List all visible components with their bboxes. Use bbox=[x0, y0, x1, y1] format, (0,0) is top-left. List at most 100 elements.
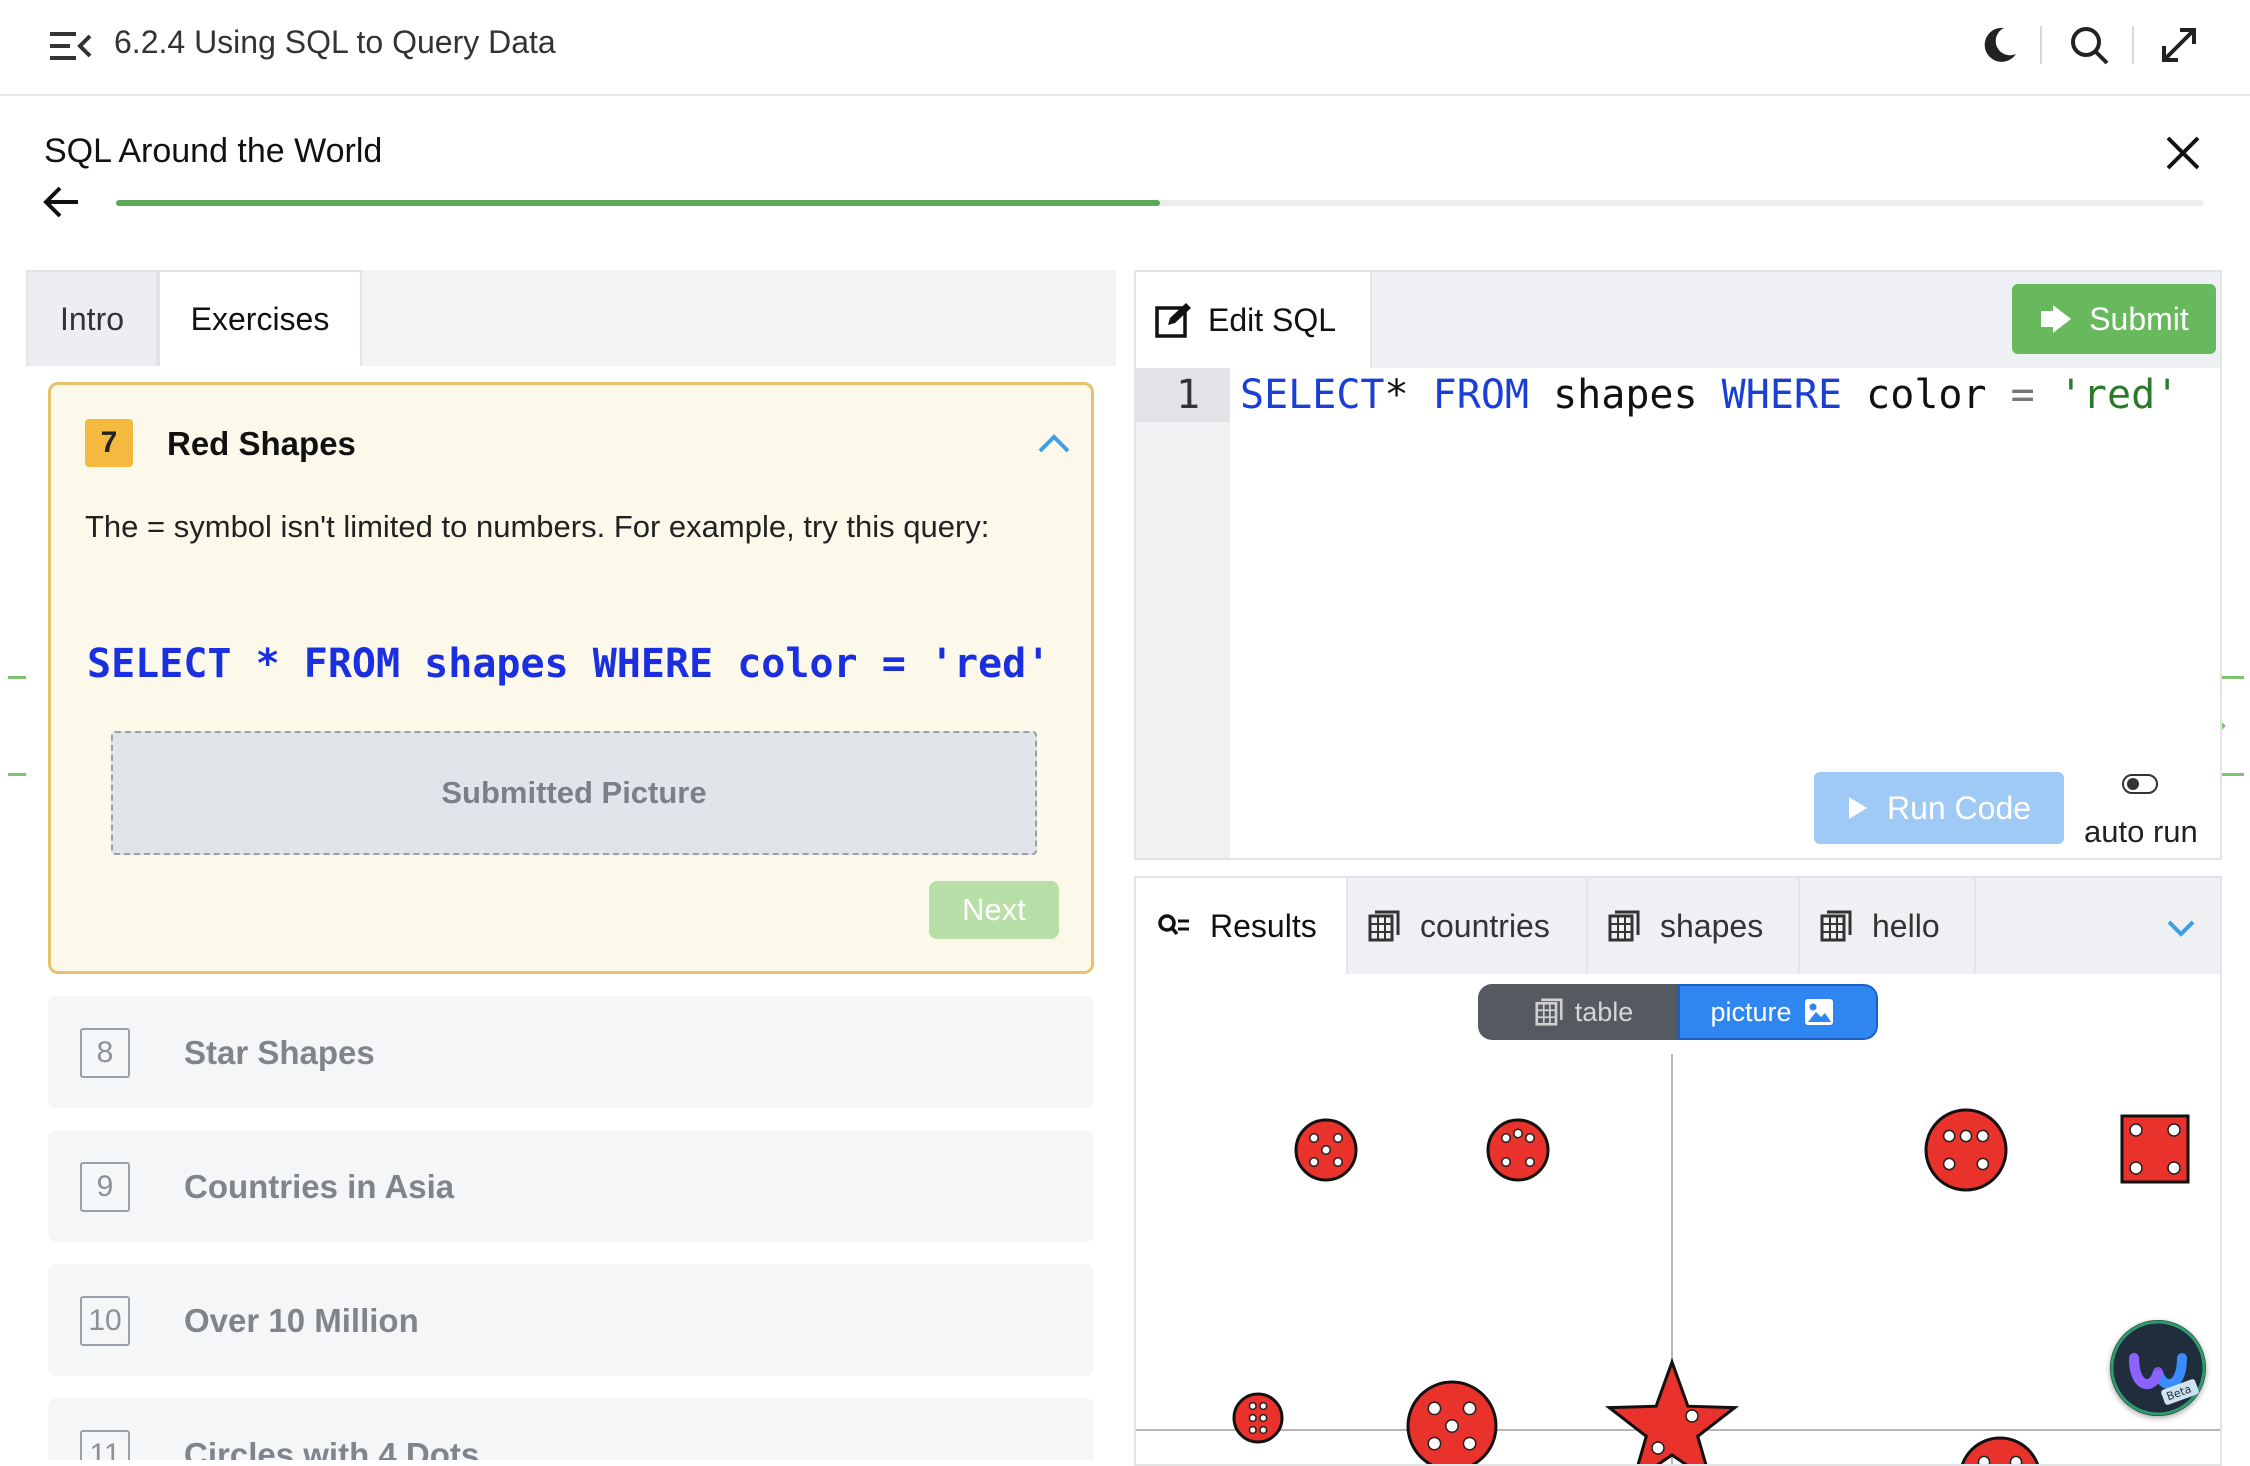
view-picture-button[interactable]: picture bbox=[1678, 984, 1878, 1040]
expand-icon[interactable] bbox=[2156, 22, 2202, 68]
auto-run-toggle[interactable] bbox=[2122, 774, 2158, 794]
shape-dot bbox=[1501, 1133, 1511, 1143]
sql-keyword: WHERE bbox=[1721, 372, 1843, 418]
tab-label: Results bbox=[1210, 907, 1317, 944]
shape-dot bbox=[1427, 1436, 1442, 1451]
results-panel: Results countries shapes hello table pic… bbox=[1134, 876, 2222, 1466]
next-button[interactable]: Next bbox=[929, 881, 1059, 939]
exercise-item[interactable]: 9 Countries in Asia bbox=[48, 1130, 1094, 1242]
exercise-number-badge: 10 bbox=[80, 1296, 130, 1346]
breadcrumb: 6.2.4 Using SQL to Query Data bbox=[114, 24, 556, 60]
shape-dot bbox=[1651, 1441, 1665, 1455]
example-query: SELECT * FROM shapes WHERE color = 'red' bbox=[87, 641, 1051, 687]
exercise-title: Countries in Asia bbox=[184, 1168, 455, 1205]
shape-dot bbox=[2009, 1455, 2023, 1464]
sql-keyword: FROM bbox=[1432, 372, 1529, 418]
shape-dot bbox=[1445, 1419, 1459, 1433]
shape-dot bbox=[1333, 1157, 1343, 1167]
exercise-item[interactable]: 8 Star Shapes bbox=[48, 996, 1094, 1108]
lesson-progress-fill bbox=[116, 200, 1160, 206]
run-code-button[interactable]: Run Code bbox=[1814, 772, 2064, 844]
exercise-item[interactable]: 10 Over 10 Million bbox=[48, 1264, 1094, 1376]
search-icon[interactable] bbox=[2066, 22, 2112, 68]
moon-icon[interactable] bbox=[1976, 22, 2022, 68]
shape-dot bbox=[1942, 1157, 1956, 1171]
shape-dot bbox=[1462, 1436, 1477, 1451]
shape-dot bbox=[1959, 1129, 1973, 1143]
play-icon bbox=[1848, 797, 1867, 819]
top-bar: 6.2.4 Using SQL to Query Data bbox=[0, 0, 2250, 96]
tab-edit-sql[interactable]: Edit SQL bbox=[1136, 272, 1372, 368]
lesson-title: SQL Around the World bbox=[44, 132, 383, 170]
shape-dot bbox=[2167, 1123, 2181, 1137]
submit-label: Submit bbox=[2089, 300, 2189, 337]
chevron-down-icon[interactable] bbox=[2166, 918, 2196, 938]
sql-editor-panel: Edit SQL Submit 1 SELECT* FROM shapes WH… bbox=[1134, 270, 2222, 860]
shape-dot bbox=[1309, 1157, 1319, 1167]
tab-shapes[interactable]: shapes bbox=[1588, 878, 1800, 974]
results-icon bbox=[1158, 914, 1189, 936]
view-table-label: table bbox=[1574, 996, 1634, 1027]
view-mode-toggle: table picture bbox=[1478, 984, 1878, 1040]
line-number: 1 bbox=[1176, 372, 1201, 418]
sql-token: color bbox=[1842, 372, 2011, 418]
exercise-number-badge: 8 bbox=[80, 1028, 130, 1078]
shape-dot bbox=[1321, 1145, 1331, 1155]
table-icon bbox=[1608, 910, 1640, 942]
shape-dot bbox=[1525, 1133, 1535, 1143]
back-arrow-icon[interactable] bbox=[42, 184, 82, 220]
table-icon bbox=[1368, 910, 1400, 942]
exercise-title: Red Shapes bbox=[167, 425, 356, 462]
shape-dot bbox=[2129, 1161, 2143, 1175]
tab-exercises[interactable]: Exercises bbox=[158, 270, 362, 366]
red-star-shape bbox=[1604, 1357, 1740, 1464]
view-table-button[interactable]: table bbox=[1478, 984, 1678, 1040]
sql-token: shapes bbox=[1529, 372, 1722, 418]
sql-code-input[interactable]: SELECT* FROM shapes WHERE color = 'red' bbox=[1240, 372, 2179, 418]
image-icon bbox=[1804, 999, 1833, 1025]
shape-dot bbox=[1333, 1133, 1343, 1143]
tab-intro[interactable]: Intro bbox=[26, 270, 158, 366]
exercise-title: Star Shapes bbox=[184, 1034, 375, 1071]
tab-hello[interactable]: hello bbox=[1800, 878, 1976, 974]
shape-dot bbox=[1942, 1129, 1956, 1143]
shape-dot bbox=[1462, 1401, 1477, 1416]
shape-dot bbox=[1685, 1409, 1699, 1423]
tab-label: countries bbox=[1420, 907, 1550, 944]
assistant-logo-icon: Beta bbox=[2110, 1320, 2206, 1416]
shape-dot bbox=[2129, 1123, 2143, 1137]
exercise-number-badge: 7 bbox=[85, 419, 133, 467]
exercise-description: The = symbol isn't limited to numbers. F… bbox=[85, 509, 990, 544]
submit-button[interactable]: Submit bbox=[2012, 284, 2216, 354]
chevron-up-icon[interactable] bbox=[1037, 431, 1071, 455]
shape-dot bbox=[1977, 1455, 1991, 1464]
lesson-progress-bar bbox=[116, 200, 2204, 206]
editor-header: Edit SQL Submit bbox=[1136, 272, 2220, 368]
line-gutter bbox=[1136, 368, 1230, 858]
table-icon bbox=[1535, 998, 1563, 1026]
shape-dot bbox=[1259, 1425, 1268, 1435]
exercise-number-badge: 11 bbox=[80, 1430, 130, 1460]
divider bbox=[2040, 26, 2042, 64]
tab-label: shapes bbox=[1660, 907, 1764, 944]
sql-token: * bbox=[1384, 372, 1433, 418]
toggle-knob bbox=[2127, 778, 2139, 790]
divider bbox=[2132, 26, 2134, 64]
exercise-item[interactable]: 11 Circles with 4 Dots bbox=[48, 1398, 1094, 1460]
tab-results[interactable]: Results bbox=[1136, 878, 1348, 974]
sql-string: 'red' bbox=[2034, 372, 2180, 418]
exercise-title: Over 10 Million bbox=[184, 1302, 419, 1339]
assistant-beta-button[interactable]: Beta bbox=[2110, 1320, 2206, 1416]
results-tabs: Results countries shapes hello bbox=[1136, 878, 2220, 974]
sql-keyword: SELECT bbox=[1240, 372, 1385, 418]
shape-dot bbox=[1248, 1401, 1257, 1411]
tab-countries[interactable]: countries bbox=[1348, 878, 1588, 974]
shape-dot bbox=[1259, 1413, 1268, 1423]
tab-label: Edit SQL bbox=[1208, 301, 1337, 338]
shape-dot bbox=[1525, 1157, 1535, 1167]
run-code-label: Run Code bbox=[1886, 789, 2032, 826]
menu-collapse-icon[interactable] bbox=[48, 26, 94, 66]
submit-arrow-icon bbox=[2041, 305, 2072, 333]
close-icon[interactable] bbox=[2164, 134, 2202, 172]
shape-dot bbox=[1248, 1425, 1257, 1435]
